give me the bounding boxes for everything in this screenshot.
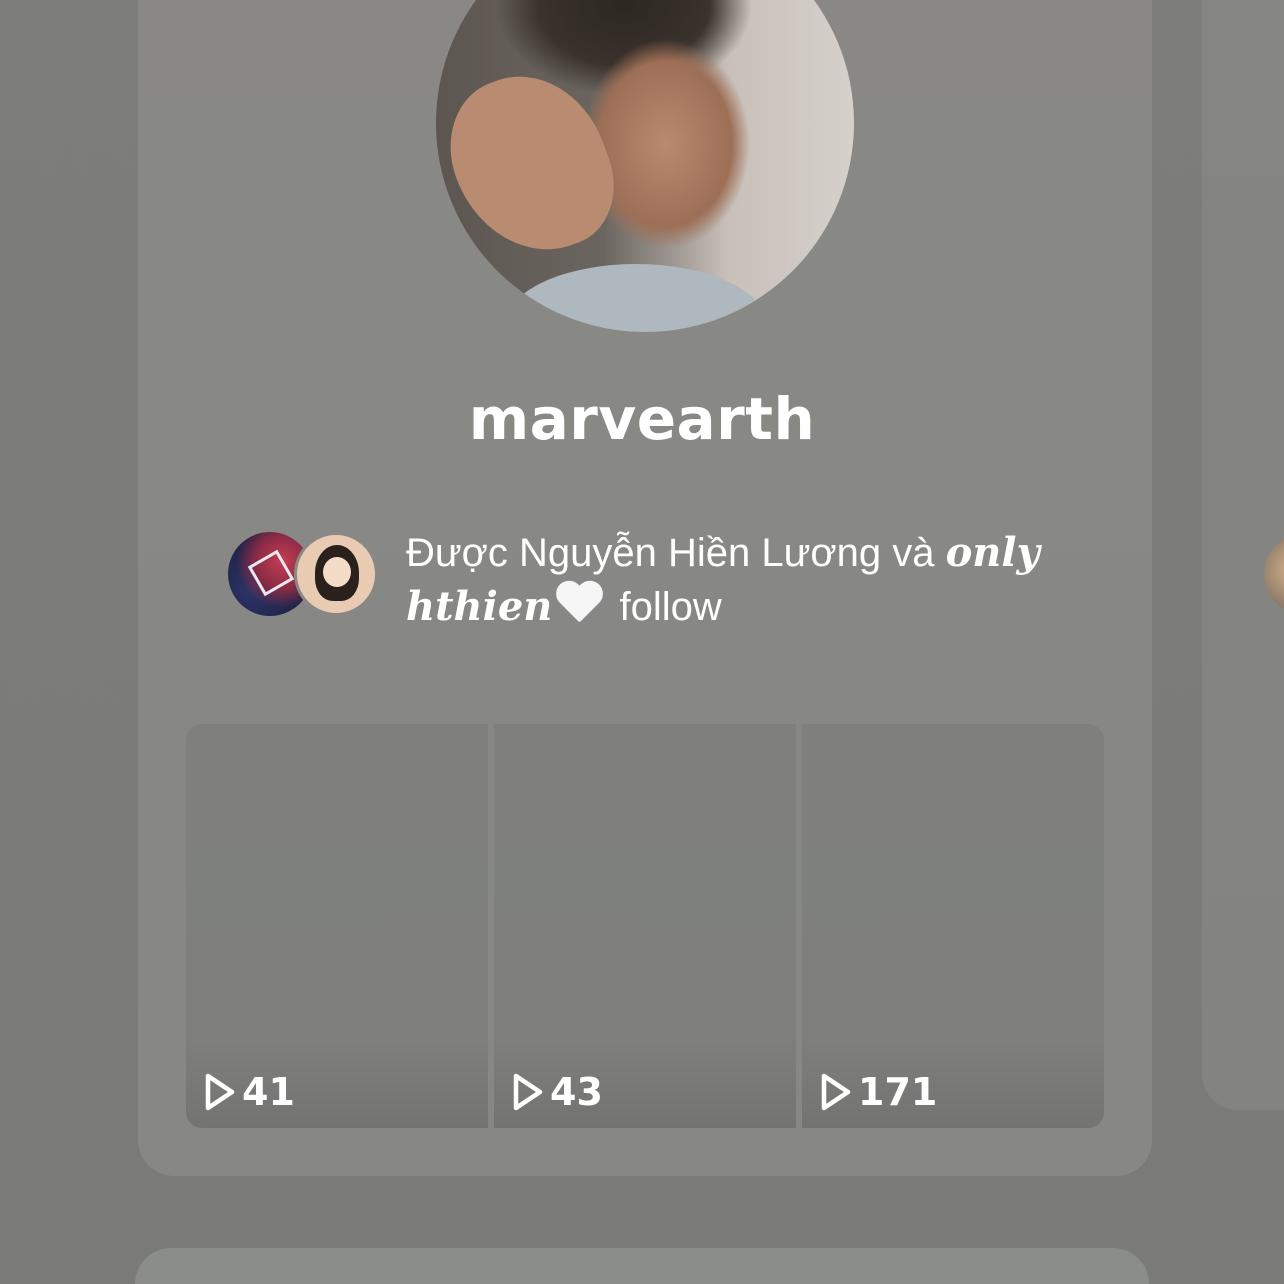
follower-logo-graphic: [247, 549, 295, 597]
play-outline-icon: [821, 1073, 851, 1111]
avatar-illustration-detail: [323, 557, 351, 587]
followed-by-styled-name-cont: hthien: [406, 583, 553, 630]
next-profile-card[interactable]: [135, 1248, 1149, 1284]
play-outline-icon: [205, 1073, 235, 1111]
white-heart-icon: [554, 580, 604, 626]
followed-by-styled-name: only: [945, 529, 1040, 576]
followed-by-row: Được Nguyễn Hiền Lương và only hthien fol…: [228, 526, 1088, 636]
followed-by-text: Được Nguyễn Hiền Lương và only hthien fol…: [406, 526, 1096, 634]
play-outline-icon: [513, 1073, 543, 1111]
view-count: 41: [204, 1070, 295, 1114]
video-thumbnail[interactable]: 171: [802, 724, 1104, 1128]
view-count-value: 43: [550, 1070, 603, 1114]
followed-by-suffix: follow: [608, 585, 722, 629]
view-count: 171: [820, 1070, 937, 1114]
profile-username[interactable]: marvearth: [0, 385, 1284, 453]
view-count-value: 41: [242, 1070, 295, 1114]
follower-avatar-2: [294, 532, 378, 616]
followed-by-prefix: Được Nguyễn Hiền Lương và: [406, 531, 946, 575]
avatar-photo-detail: [506, 264, 766, 332]
view-count: 43: [512, 1070, 603, 1114]
view-count-value: 171: [858, 1070, 938, 1114]
video-preview-grid: 41 43 171: [186, 724, 1104, 1128]
video-thumbnail[interactable]: 41: [186, 724, 488, 1128]
video-thumbnail[interactable]: 43: [494, 724, 796, 1128]
